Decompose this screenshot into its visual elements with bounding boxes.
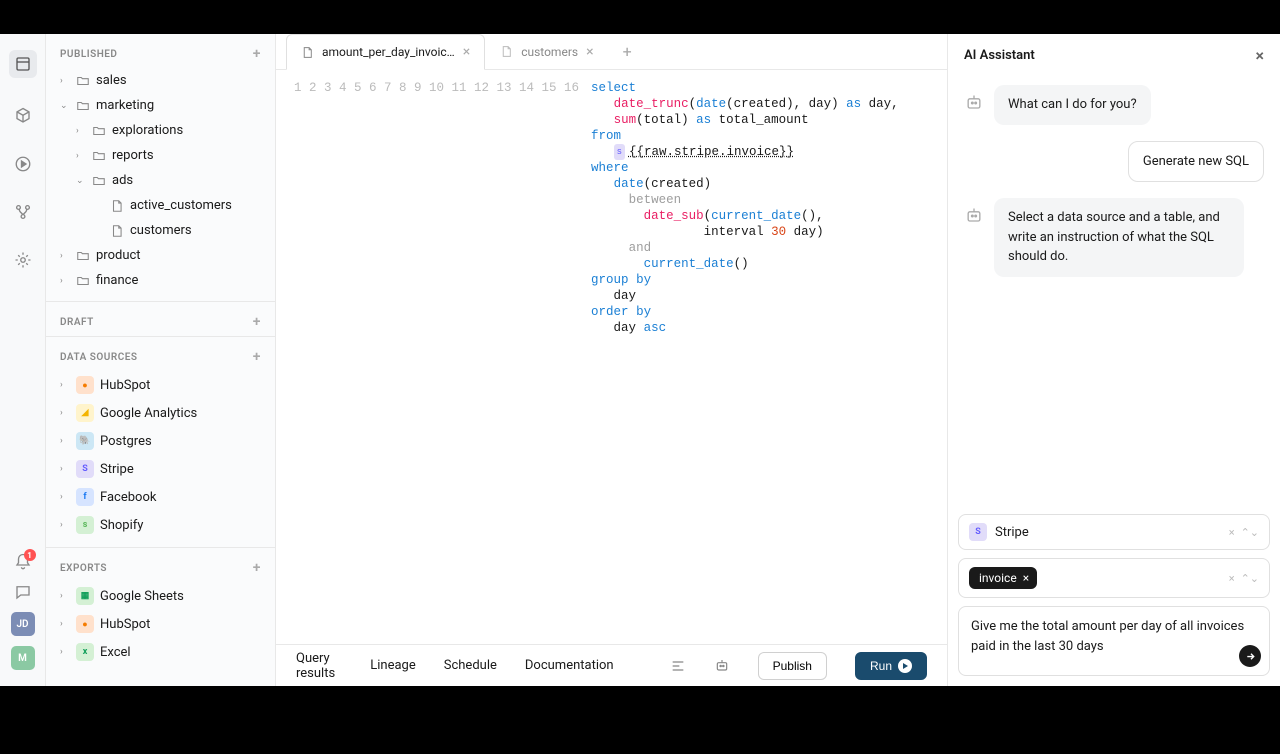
close-tab-icon[interactable]: × <box>586 44 593 60</box>
sidebar: PUBLISHED + ›sales ⌄marketing ›explorati… <box>46 34 276 686</box>
folder-marketing[interactable]: ⌄marketing <box>46 93 275 118</box>
add-draft-icon[interactable]: + <box>253 314 261 330</box>
nav-chat-icon[interactable] <box>13 582 33 602</box>
line-gutter: 1 2 3 4 5 6 7 8 9 10 11 12 13 14 15 16 <box>276 80 591 644</box>
section-published-header: PUBLISHED + <box>46 34 275 68</box>
editor-tabs: amount_per_day_invoic… × customers × + <box>276 34 947 70</box>
export-hubspot[interactable]: ›●HubSpot <box>46 610 275 638</box>
folder-ads[interactable]: ⌄ads <box>46 168 275 193</box>
assistant-title: AI Assistant <box>964 48 1035 63</box>
datasource-select[interactable]: S Stripe ×⌃⌄ <box>958 514 1270 550</box>
add-published-icon[interactable]: + <box>253 46 261 62</box>
nav-play-icon[interactable] <box>13 154 33 174</box>
bot-icon <box>964 93 984 113</box>
nav-workspace-icon[interactable] <box>9 50 37 78</box>
ds-hubspot[interactable]: ›●HubSpot <box>46 371 275 399</box>
avatar-jd[interactable]: JD <box>11 612 35 636</box>
stripe-icon: S <box>969 523 987 541</box>
section-draft-header: DRAFT + <box>46 302 275 336</box>
notification-badge: 1 <box>24 549 36 561</box>
close-assistant-icon[interactable]: × <box>1256 46 1265 65</box>
tab-query-results[interactable]: Query results <box>296 651 342 681</box>
clear-table-icon[interactable]: × <box>1229 572 1235 585</box>
ai-icon[interactable] <box>714 658 730 674</box>
table-select[interactable]: invoice× × ⌃⌄ <box>958 558 1270 598</box>
assistant-greeting: What can I do for you? <box>994 85 1151 125</box>
remove-tag-icon[interactable]: × <box>1023 571 1029 585</box>
publish-button[interactable]: Publish <box>758 652 827 680</box>
send-button[interactable] <box>1239 645 1261 667</box>
ds-google-analytics[interactable]: ›◢Google Analytics <box>46 399 275 427</box>
app-root: 1 JD M PUBLISHED + ›sales ⌄marketing ›ex… <box>0 34 1280 686</box>
ds-facebook[interactable]: ›fFacebook <box>46 483 275 511</box>
nav-settings-icon[interactable] <box>13 250 33 270</box>
format-icon[interactable] <box>670 658 686 674</box>
avatar-m[interactable]: M <box>11 646 35 670</box>
code-body[interactable]: select date_trunc(date(created), day) as… <box>591 80 899 644</box>
add-datasource-icon[interactable]: + <box>253 349 261 365</box>
assistant-chat: What can I do for you? Generate new SQL … <box>948 77 1280 514</box>
ds-dropdown-icon[interactable]: ⌃⌄ <box>1241 526 1259 539</box>
nav-notifications-icon[interactable]: 1 <box>13 552 33 572</box>
folder-explorations[interactable]: ›explorations <box>46 118 275 143</box>
new-tab-icon[interactable]: + <box>609 42 646 61</box>
code-editor[interactable]: 1 2 3 4 5 6 7 8 9 10 11 12 13 14 15 16 s… <box>276 70 947 644</box>
add-export-icon[interactable]: + <box>253 560 261 576</box>
file-active-customers[interactable]: active_customers <box>46 193 275 218</box>
editor-bottom-bar: Query results Lineage Schedule Documenta… <box>276 644 947 686</box>
run-button[interactable]: Run <box>855 652 927 680</box>
ds-stripe[interactable]: ›SStripe <box>46 455 275 483</box>
nav-rail: 1 JD M <box>0 34 46 686</box>
section-exports-header: EXPORTS + <box>46 548 275 582</box>
nav-cube-icon[interactable] <box>13 106 33 126</box>
bot-icon <box>964 206 984 226</box>
export-excel[interactable]: ›xExcel <box>46 638 275 666</box>
editor-area: amount_per_day_invoic… × customers × + 1… <box>276 34 948 686</box>
generate-sql-button[interactable]: Generate new SQL <box>1128 141 1264 183</box>
export-gsheets[interactable]: ›▦Google Sheets <box>46 582 275 610</box>
table-tag: invoice× <box>969 567 1037 589</box>
folder-product[interactable]: ›product <box>46 243 275 268</box>
tab-documentation[interactable]: Documentation <box>525 658 614 673</box>
assistant-instruction: Select a data source and a table, and wr… <box>994 198 1244 277</box>
tab-schedule[interactable]: Schedule <box>444 658 497 673</box>
ds-shopify[interactable]: ›sShopify <box>46 511 275 539</box>
ai-assistant-panel: AI Assistant × What can I do for you? Ge… <box>948 34 1280 686</box>
folder-finance[interactable]: ›finance <box>46 268 275 293</box>
folder-sales[interactable]: ›sales <box>46 68 275 93</box>
instruction-input[interactable]: Give me the total amount per day of all … <box>958 606 1270 676</box>
tab-amount-per-day[interactable]: amount_per_day_invoic… × <box>286 34 485 70</box>
clear-ds-icon[interactable]: × <box>1229 526 1235 539</box>
close-tab-icon[interactable]: × <box>463 44 470 60</box>
table-dropdown-icon[interactable]: ⌃⌄ <box>1241 572 1259 585</box>
section-datasources-header: DATA SOURCES + <box>46 337 275 371</box>
folder-reports[interactable]: ›reports <box>46 143 275 168</box>
tab-lineage[interactable]: Lineage <box>370 658 416 673</box>
nav-branch-icon[interactable] <box>13 202 33 222</box>
tab-customers[interactable]: customers × <box>485 34 608 70</box>
play-icon <box>898 659 912 673</box>
ds-postgres[interactable]: ›🐘Postgres <box>46 427 275 455</box>
file-customers[interactable]: customers <box>46 218 275 243</box>
